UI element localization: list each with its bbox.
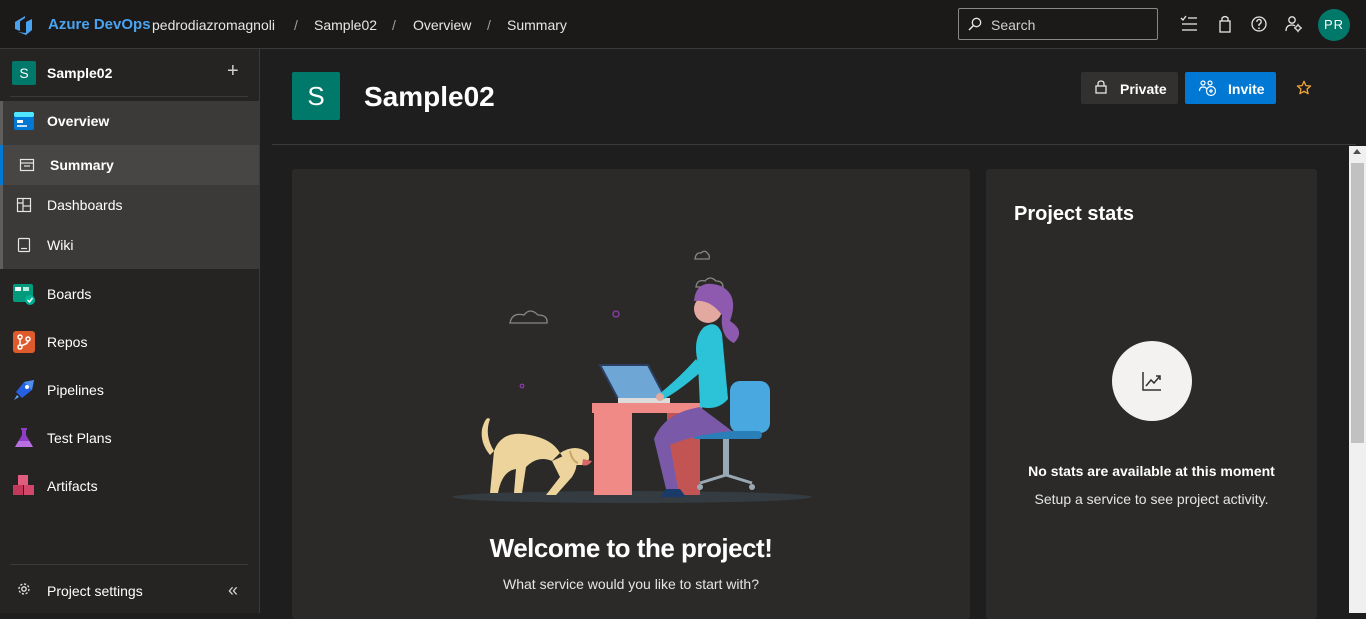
project-settings-link[interactable]: Project settings « — [0, 574, 259, 606]
add-people-icon — [1199, 80, 1217, 97]
wiki-icon — [17, 237, 31, 253]
sidebar-item-label: Overview — [47, 113, 110, 129]
stats-empty-subtext: Setup a service to see project activity. — [1034, 491, 1269, 507]
sidebar-item-pipelines[interactable]: Pipelines — [0, 370, 259, 410]
user-avatar[interactable]: PR — [1318, 9, 1350, 41]
main-content: S Sample02 Private Invite Welcome to the… — [261, 49, 1366, 619]
project-stats-title: Project stats — [1014, 203, 1135, 225]
sidebar-item-overview[interactable]: Overview — [0, 101, 259, 141]
trend-chart-icon — [1142, 372, 1161, 391]
test-plans-icon — [15, 428, 33, 447]
breadcrumb-project[interactable]: Sample02 — [314, 17, 377, 33]
breadcrumb-separator: / — [487, 17, 491, 33]
scroll-thumb[interactable] — [1351, 163, 1364, 443]
overview-icon — [14, 112, 34, 130]
welcome-subtitle: What service would you like to start wit… — [503, 576, 759, 592]
azure-devops-logo-icon[interactable] — [12, 13, 36, 37]
search-input[interactable]: Search — [958, 8, 1158, 40]
collapse-sidebar-icon[interactable]: « — [228, 580, 238, 601]
repos-icon — [13, 331, 35, 353]
stats-placeholder — [1112, 341, 1192, 421]
breadcrumb-summary[interactable]: Summary — [507, 17, 567, 33]
project-avatar: S — [12, 61, 36, 85]
sidebar-item-label: Dashboards — [47, 197, 123, 213]
sidebar-item-summary[interactable]: Summary — [0, 145, 259, 185]
welcome-illustration — [452, 250, 812, 503]
top-bar: Azure DevOps pedrodiazromagnoli / Sample… — [0, 0, 1366, 49]
favorite-star-icon[interactable] — [1296, 80, 1312, 96]
sidebar-item-label: Repos — [47, 334, 88, 350]
project-stats-card: Project stats No stats are available at … — [986, 169, 1317, 619]
sidebar-item-label: Wiki — [47, 237, 74, 253]
search-placeholder: Search — [991, 17, 1036, 33]
sidebar-item-label: Pipelines — [47, 382, 104, 398]
search-icon — [968, 17, 982, 31]
brand-link[interactable]: Azure DevOps — [48, 16, 151, 33]
breadcrumb-organization[interactable]: pedrodiazromagnoli — [152, 17, 275, 33]
sidebar-item-repos[interactable]: Repos — [0, 322, 259, 362]
sidebar-item-label: Boards — [47, 286, 92, 302]
project-name[interactable]: Sample02 — [47, 65, 112, 81]
stats-empty-message: No stats are available at this moment — [1028, 463, 1275, 479]
divider — [10, 564, 248, 565]
project-settings-label: Project settings — [47, 583, 143, 599]
breadcrumb-separator: / — [392, 17, 396, 33]
welcome-title: Welcome to the project! — [489, 533, 773, 563]
sidebar-item-test-plans[interactable]: Test Plans — [0, 418, 259, 458]
private-label: Private — [1120, 81, 1167, 97]
sidebar-item-dashboards[interactable]: Dashboards — [0, 185, 259, 225]
sidebar-item-boards[interactable]: Boards — [0, 274, 259, 314]
sidebar-item-label: Artifacts — [47, 478, 98, 494]
artifacts-icon — [13, 475, 34, 495]
gear-icon — [18, 583, 30, 595]
add-icon[interactable]: + — [227, 61, 239, 81]
scroll-up-arrow-icon[interactable] — [1353, 149, 1361, 154]
lock-icon — [1095, 80, 1107, 94]
project-avatar-large: S — [292, 72, 340, 120]
help-icon[interactable] — [1250, 15, 1268, 33]
boards-icon — [13, 284, 35, 305]
welcome-card: Welcome to the project! What service wou… — [292, 169, 970, 619]
project-header[interactable]: S Sample02 + — [0, 49, 260, 97]
invite-label: Invite — [1228, 81, 1265, 97]
header-divider — [272, 144, 1356, 145]
sidebar-item-wiki[interactable]: Wiki — [0, 225, 259, 265]
dashboards-icon — [16, 197, 32, 213]
user-settings-icon[interactable] — [1285, 15, 1303, 33]
vertical-scrollbar[interactable] — [1349, 146, 1366, 613]
summary-icon — [19, 158, 35, 172]
private-button[interactable]: Private — [1081, 72, 1178, 104]
overview-group: Overview Summary Dashboards Wiki — [0, 101, 259, 269]
sidebar-item-label: Summary — [50, 157, 114, 173]
sidebar: S Sample02 + Overview Summary Dashboards… — [0, 49, 260, 613]
breadcrumb-separator: / — [294, 17, 298, 33]
pipelines-icon — [14, 380, 34, 400]
invite-button[interactable]: Invite — [1185, 72, 1276, 104]
page-title: Sample02 — [364, 81, 495, 112]
shopping-bag-icon[interactable] — [1216, 15, 1234, 33]
breadcrumb-overview[interactable]: Overview — [413, 17, 471, 33]
sidebar-item-label: Test Plans — [47, 430, 112, 446]
divider — [10, 96, 248, 97]
task-list-icon[interactable] — [1180, 15, 1198, 33]
sidebar-item-artifacts[interactable]: Artifacts — [0, 466, 259, 506]
